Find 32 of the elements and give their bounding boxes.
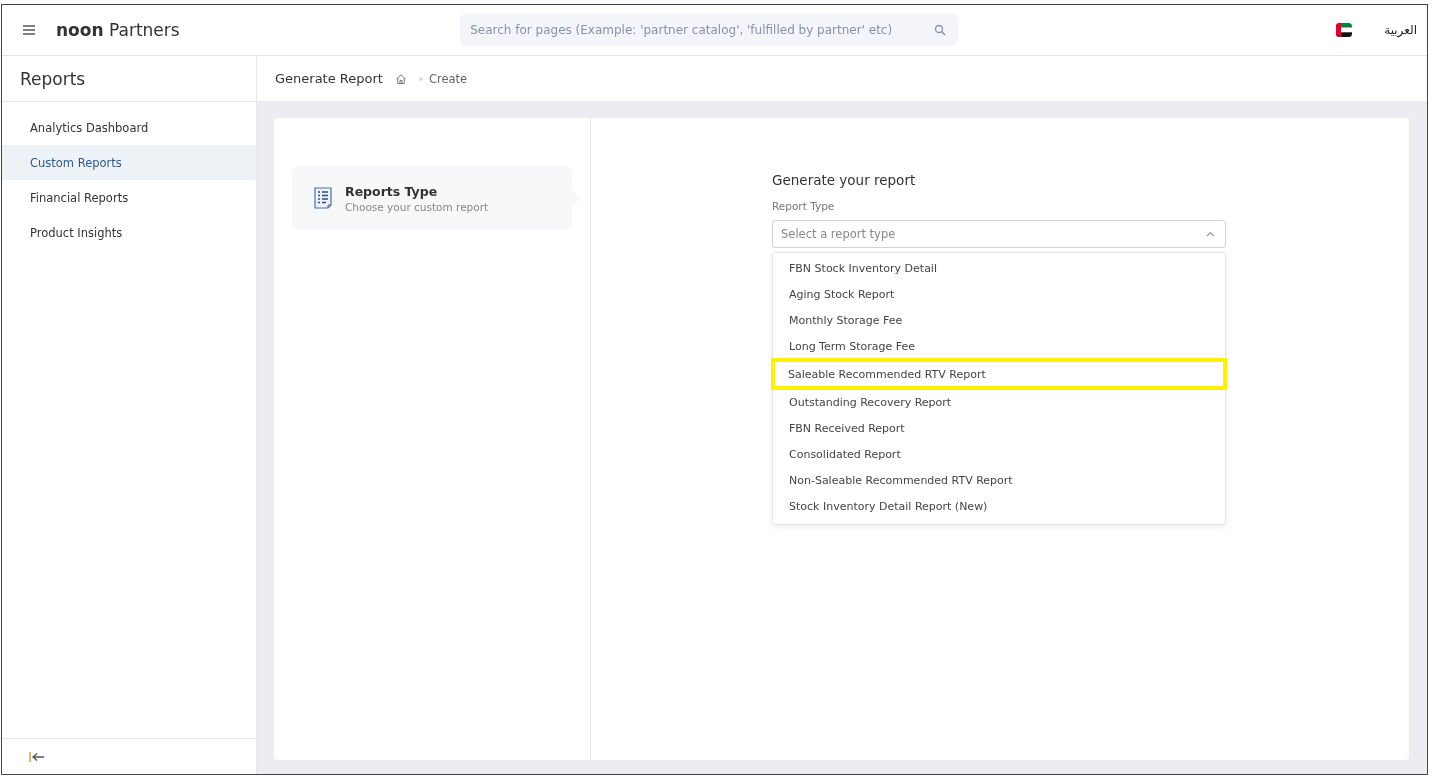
sidebar-item[interactable]: Product Insights <box>2 215 256 250</box>
caret-icon <box>1206 231 1215 237</box>
language-link[interactable]: العربية <box>1384 23 1417 37</box>
dropdown-option[interactable]: Long Term Storage Fee <box>773 334 1225 358</box>
sidebar-item[interactable]: Custom Reports <box>2 145 256 180</box>
dropdown-option[interactable]: Aging Stock Report <box>773 282 1225 306</box>
search-field[interactable]: Search for pages (Example: 'partner catalog', 'fulfilled by partner' etc) <box>460 14 959 46</box>
breadcrumb-current: Create <box>428 71 468 86</box>
flag-icon[interactable] <box>1336 23 1353 37</box>
search-icon <box>934 24 947 36</box>
sidebar-item[interactable]: Financial Reports <box>2 180 256 215</box>
dropdown-option[interactable]: FBN Stock Inventory Detail <box>773 256 1225 280</box>
dropdown-option[interactable]: Saleable Recommended RTV Report <box>771 358 1227 390</box>
sidebar-item[interactable]: Analytics Dashboard <box>2 110 256 145</box>
page-title: Generate Report <box>275 71 383 86</box>
dropdown-option[interactable]: Non-Saleable Recommended RTV Report <box>773 468 1225 492</box>
dropdown-option[interactable]: Outstanding Recovery Report <box>773 390 1225 414</box>
field-label: Report Type <box>772 200 836 212</box>
dropdown-option[interactable]: Consolidated Report <box>773 442 1225 466</box>
form-heading: Generate your report <box>772 172 917 188</box>
report-type-select[interactable]: Select a report type <box>772 220 1226 248</box>
dropdown-option[interactable]: Monthly Storage Fee <box>773 308 1225 332</box>
dropdown-option[interactable]: Stock Inventory Detail Report (New) <box>773 494 1225 518</box>
home-icon[interactable] <box>394 72 407 85</box>
step-subtitle: Choose your custom report <box>345 200 489 213</box>
sidebar-title: Reports <box>2 56 256 102</box>
brand-logo[interactable]: noon Partners <box>56 20 180 40</box>
step-title: Reports Type <box>345 183 439 199</box>
document-list-icon <box>313 187 333 209</box>
menu-icon[interactable] <box>22 24 36 36</box>
collapse-icon[interactable] <box>29 751 45 762</box>
dropdown-option[interactable]: FBN Received Report <box>773 416 1225 440</box>
